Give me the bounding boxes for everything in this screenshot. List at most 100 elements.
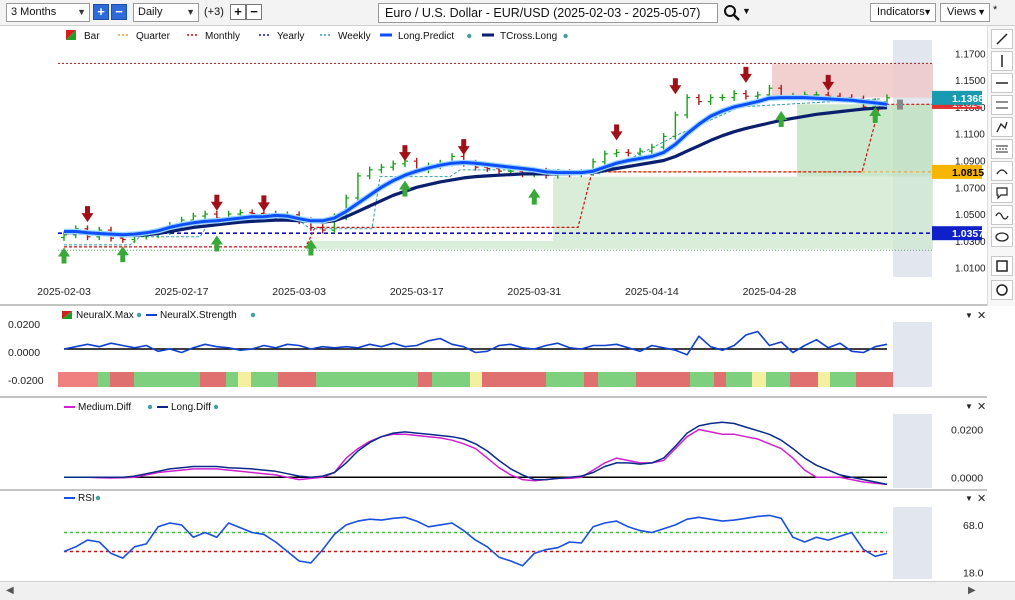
neuralx-state-segment: [58, 372, 98, 387]
zoom-out-button[interactable]: −: [111, 4, 127, 20]
neuralx-state-segment: [584, 372, 598, 387]
legend-label: Yearly: [277, 31, 304, 42]
neuralx-state-segment: [726, 372, 752, 387]
green-zone-2: [553, 176, 933, 249]
neuralx-state-segment: [690, 372, 714, 387]
legend-label: NeuralX.Strength: [160, 310, 237, 321]
neuralx-state-segment: [598, 372, 636, 387]
chevron-down-icon: ▼: [977, 7, 986, 17]
buy-arrow-shaft: [61, 255, 67, 264]
legend-label: Medium.Diff: [78, 402, 131, 413]
legend-label: Long.Diff: [171, 402, 211, 413]
neuralx-state-segment: [200, 372, 226, 387]
price-axis-label: 1.0100: [955, 264, 986, 275]
price-axis-label: 1.1700: [955, 49, 986, 60]
neuralx-axis-label: 0.0200: [8, 319, 40, 331]
range-select[interactable]: 3 Months ▼: [6, 3, 90, 22]
rsi-panel: 68.0 18.0 RSI ▼ ✕: [0, 491, 1015, 581]
chevron-down-icon[interactable]: ▼: [742, 6, 751, 16]
add-button[interactable]: +: [230, 4, 246, 20]
indicators-button[interactable]: Indicators ▼: [870, 3, 936, 22]
neuralx-state-segment: [818, 372, 830, 387]
scroll-right-icon[interactable]: ▶: [968, 585, 976, 596]
legend-dot-icon: [136, 312, 142, 318]
legend-label: Long.Predict: [398, 31, 454, 42]
scroll-left-icon[interactable]: ◀: [6, 585, 14, 596]
red-zone: [772, 64, 933, 98]
views-label: Views: [947, 6, 977, 18]
legend-dot-icon: [213, 404, 219, 410]
neuralx-state-segment: [110, 372, 134, 387]
sell-arrow-shaft: [614, 124, 620, 133]
rectangle-tool-icon[interactable]: [991, 256, 1013, 276]
search-icon[interactable]: [723, 4, 741, 22]
neuralx-state-segment: [856, 372, 893, 387]
rsi-axis-label: 68.0: [963, 520, 984, 532]
zoom-in-button[interactable]: +: [93, 4, 109, 20]
legend-label: NeuralX.Max: [76, 310, 134, 321]
buy-arrow-shaft: [308, 247, 314, 256]
close-panel-icon: ✕: [977, 401, 986, 413]
price-axis-label: 1.1100: [955, 130, 985, 141]
chart-area[interactable]: 1.17001.15001.13001.11001.09001.07001.05…: [0, 26, 1015, 582]
neuralx-state-segment: [226, 372, 238, 387]
panel-menu-icon: ▼: [965, 494, 973, 503]
indicators-label: Indicators: [877, 6, 925, 18]
diff-panel: 0.0200 0.0000 Medium.Diff Long.Diff ▼ ✕: [0, 398, 1015, 491]
last-bar-marker: [897, 99, 903, 110]
wave-tool-icon[interactable]: [991, 205, 1013, 225]
views-button[interactable]: Views ▼: [940, 3, 990, 22]
legend-label: Quarter: [136, 31, 171, 42]
ellipse-tool-icon[interactable]: [991, 227, 1013, 247]
circle-tool-icon[interactable]: [991, 280, 1013, 300]
interval-select[interactable]: Daily ▼: [133, 3, 199, 22]
buy-arrow-shaft: [120, 254, 126, 263]
neuralx-state-segment: [418, 372, 432, 387]
fibonacci-tool-icon[interactable]: [991, 117, 1013, 137]
neuralx-state-segment: [251, 372, 278, 387]
date-axis-label: 2025-02-03: [37, 286, 91, 298]
buy-arrow-shaft: [531, 196, 537, 205]
neuralx-axis-label: -0.0200: [8, 375, 44, 387]
horizontal-line-tool-icon[interactable]: [991, 73, 1013, 93]
date-axis-label: 2025-04-28: [743, 286, 797, 298]
sell-arrow-shaft: [825, 74, 831, 83]
future-shade: [893, 414, 932, 488]
neuralx-state-segment: [714, 372, 726, 387]
buy-arrow-shaft: [872, 114, 878, 123]
toolbar: 3 Months ▼ + − Daily ▼ (+3) + − Euro / U…: [0, 0, 1015, 26]
diff-axis-label: 0.0000: [951, 472, 983, 484]
remove-button[interactable]: −: [246, 4, 262, 20]
symbol-title-field[interactable]: Euro / U.S. Dollar - EUR/USD (2025-02-03…: [378, 3, 718, 23]
diff-axis-label: 0.0200: [951, 424, 983, 436]
channel-tool-icon[interactable]: [991, 95, 1013, 115]
date-axis-label: 2025-03-17: [390, 286, 444, 298]
neuralx-state-segment: [470, 372, 482, 387]
legend-dot-icon: [467, 33, 472, 39]
date-axis-label: 2025-02-17: [155, 286, 209, 298]
horizontal-scrollbar[interactable]: ◀ ▶: [0, 581, 1015, 600]
price-badge: 1.1368: [952, 93, 984, 105]
neuralx-state-segment: [636, 372, 690, 387]
pitchfork-tool-icon[interactable]: [991, 161, 1013, 181]
ray-tool-icon[interactable]: [991, 139, 1013, 159]
neuralx-state-segment: [432, 372, 470, 387]
legend-label: RSI: [78, 493, 95, 504]
neuralx-state-segment: [546, 372, 584, 387]
sell-arrow-shaft: [672, 78, 678, 87]
panel-menu-icon: ▼: [965, 311, 973, 320]
trendline-tool-icon[interactable]: [991, 29, 1013, 49]
price-panel: 1.17001.15001.13001.11001.09001.07001.05…: [0, 26, 987, 306]
green-zone-1: [306, 240, 553, 249]
star-icon[interactable]: *: [993, 4, 997, 16]
legend-dot-icon: [250, 312, 256, 318]
vertical-line-tool-icon[interactable]: [991, 51, 1013, 71]
future-shade: [893, 507, 932, 579]
extra-count: (+3): [204, 6, 224, 18]
comment-tool-icon[interactable]: [991, 183, 1013, 203]
neuralx-state-segment: [766, 372, 790, 387]
chevron-down-icon: ▼: [923, 7, 932, 17]
yearly-badge: 1.0357: [952, 228, 984, 240]
buy-arrow-shaft: [214, 243, 220, 252]
close-panel-icon: ✕: [977, 310, 986, 322]
